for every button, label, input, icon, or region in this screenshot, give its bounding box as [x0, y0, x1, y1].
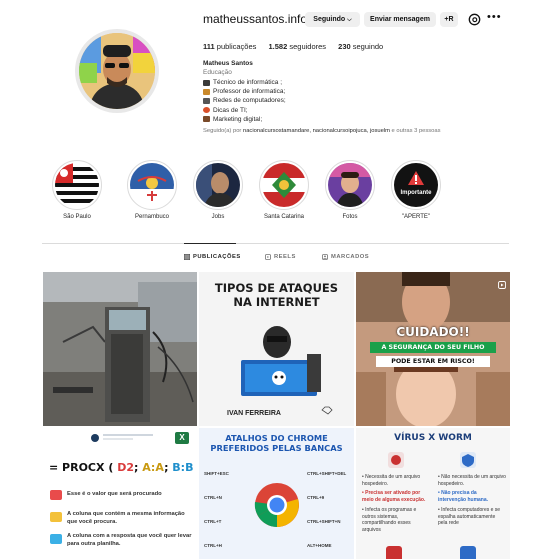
following-stat[interactable]: 230 seguindo: [338, 42, 383, 51]
bio-line: Técnico de informática ;: [203, 78, 286, 87]
reels-icon: [265, 254, 271, 260]
bio-line: Professor de informatica;: [203, 87, 286, 96]
send-message-button[interactable]: Enviar mensagem: [364, 12, 436, 27]
hacker-illustration-icon: [241, 326, 321, 396]
procx-formula: = PROCX ( D2; A:A; B:B ): [49, 461, 194, 474]
add-user-button[interactable]: +R: [440, 12, 458, 27]
highlight-aperte[interactable]: Importante "APERTE": [386, 160, 446, 220]
sao-paulo-flag-icon: [55, 163, 99, 207]
avatar[interactable]: [79, 33, 155, 109]
threads-icon[interactable]: [467, 12, 482, 27]
excel-icon: X: [175, 432, 189, 444]
post-5[interactable]: ATALHOS DO CHROME PREFERIDOS PELAS BANCA…: [199, 428, 354, 559]
author-handle-line: [103, 438, 133, 440]
chrome-logo-icon: [254, 483, 299, 527]
chrome-shortcuts-right: CTRL+SHIFT+DEL CTRL+9 CTRL+SHIFT+N ALT+H…: [307, 471, 347, 548]
worm-item: • Não necessita de um arquivo hospedeiro…: [438, 474, 506, 487]
procx-item: A coluna com a resposta que você quer le…: [67, 533, 192, 547]
post-6[interactable]: VÍRUS X WORM • Necessita de um arquivo h…: [356, 428, 510, 559]
importante-badge-icon: Importante: [394, 163, 438, 207]
procx-item: Esse é o valor que será procurado: [67, 491, 162, 497]
virus-item: • Necessita de um arquivo hospedeiro.: [362, 474, 421, 487]
highlight-fotos[interactable]: Fotos: [320, 160, 380, 220]
posts-stat[interactable]: 111 publicações: [203, 42, 256, 51]
network-icon: [203, 98, 210, 104]
tabs-divider: [42, 243, 509, 244]
worm-footer-icon: [460, 546, 476, 559]
profile-stats: 111 publicações 1.582 seguidores 230 seg…: [203, 42, 393, 51]
bio-line: Redes de computadores;: [203, 96, 286, 105]
highlight-jobs[interactable]: Jobs: [188, 160, 248, 220]
post-1[interactable]: [43, 272, 197, 426]
teacher-icon: [203, 88, 210, 95]
svg-text:Importante: Importante: [400, 190, 432, 196]
bio: Técnico de informática ; Professor de in…: [203, 78, 286, 124]
full-name: Matheus Santos: [203, 60, 253, 67]
worm-item: • Não precisa da intervenção humana.: [438, 490, 489, 504]
chart-icon: [203, 116, 210, 123]
computer-icon: [203, 79, 210, 86]
virus-item: • Precisa ser ativado por meio de alguma…: [362, 490, 426, 504]
author-avatar: [91, 434, 99, 442]
post-5-title: ATALHOS DO CHROME: [225, 433, 328, 443]
following-button[interactable]: Seguindo ⌵: [305, 12, 360, 27]
worm-list: • Não necessita de um arquivo hospedeiro…: [438, 474, 506, 527]
post-5-subtitle: PREFERIDOS PELAS BANCAS: [210, 443, 343, 453]
highlight-santa-catarina[interactable]: Santa Catarina: [254, 160, 314, 220]
grid-icon: [183, 253, 191, 261]
more-options-icon[interactable]: •••: [487, 12, 501, 27]
tab-reels[interactable]: REELS: [265, 254, 296, 260]
followers-stat[interactable]: 1.582 seguidores: [268, 42, 326, 51]
procx-item: A coluna que contém a mesma informação q…: [67, 511, 185, 525]
highlight-sao-paulo[interactable]: São Paulo: [47, 160, 107, 220]
tag-icon: [322, 254, 328, 260]
post-2-author: IVAN FERREIRA: [227, 410, 281, 417]
post-3-line1: A SEGURANÇA DO SEU FILHO: [370, 342, 496, 353]
following-button-label: Seguindo: [313, 16, 346, 23]
person-photo-icon: [328, 163, 372, 207]
followed-by[interactable]: Seguido(a) por nacionalcursostamandare, …: [203, 128, 441, 134]
post-3[interactable]: CUIDADO!! A SEGURANÇA DO SEU FILHO PODE …: [356, 272, 510, 426]
blue-swatch: [50, 534, 62, 544]
santa-catarina-flag-icon: [262, 163, 306, 207]
person-photo-icon: [196, 163, 240, 207]
active-tab-indicator: [184, 243, 236, 244]
bio-line: Dicas de TI;: [203, 106, 286, 115]
post-3-line2: PODE ESTAR EM RISCO!: [376, 356, 490, 367]
chrome-shortcuts-left: SHIFT+ESC CTRL+N CTRL+T CTRL+H: [204, 471, 229, 548]
highlight-pernambuco[interactable]: Pernambuco: [122, 160, 182, 220]
post-3-headline: CUIDADO!!: [396, 325, 470, 339]
reel-icon: [498, 276, 506, 289]
tab-posts[interactable]: PUBLICAÇÕES: [183, 253, 241, 261]
post-2[interactable]: TIPOS DE ATAQUES NA INTERNET IVAN FERREI…: [199, 272, 354, 426]
worm-item: • Infecta computadores e se espalha auto…: [438, 506, 501, 527]
post-2-title: TIPOS DE ATAQUES: [214, 281, 339, 295]
bio-line: Marketing digital;: [203, 115, 286, 124]
post-2-subtitle: NA INTERNET: [233, 295, 320, 309]
target-icon: [203, 107, 210, 114]
virus-footer-icon: [386, 546, 402, 559]
post-6-title: VÍRUS X WORM: [394, 433, 472, 443]
yellow-swatch: [50, 512, 62, 522]
red-swatch: [50, 490, 62, 500]
post-4[interactable]: X = PROCX ( D2; A:A; B:B ) Esse é o valo…: [43, 428, 197, 559]
virus-item: • Infecta os programas e outros sistemas…: [362, 506, 417, 533]
username: matheussantos.info: [203, 12, 308, 26]
chevron-down-icon: ⌵: [347, 17, 352, 23]
tab-tagged[interactable]: MARCADOS: [322, 254, 369, 260]
virus-list: • Necessita de um arquivo hospedeiro. • …: [362, 474, 430, 534]
category: Educação: [203, 69, 232, 76]
author-line: [103, 434, 153, 436]
pernambuco-flag-icon: [130, 163, 174, 207]
worm-icon: [458, 450, 478, 470]
handshake-icon: [321, 403, 333, 415]
virus-icon: [386, 450, 406, 470]
